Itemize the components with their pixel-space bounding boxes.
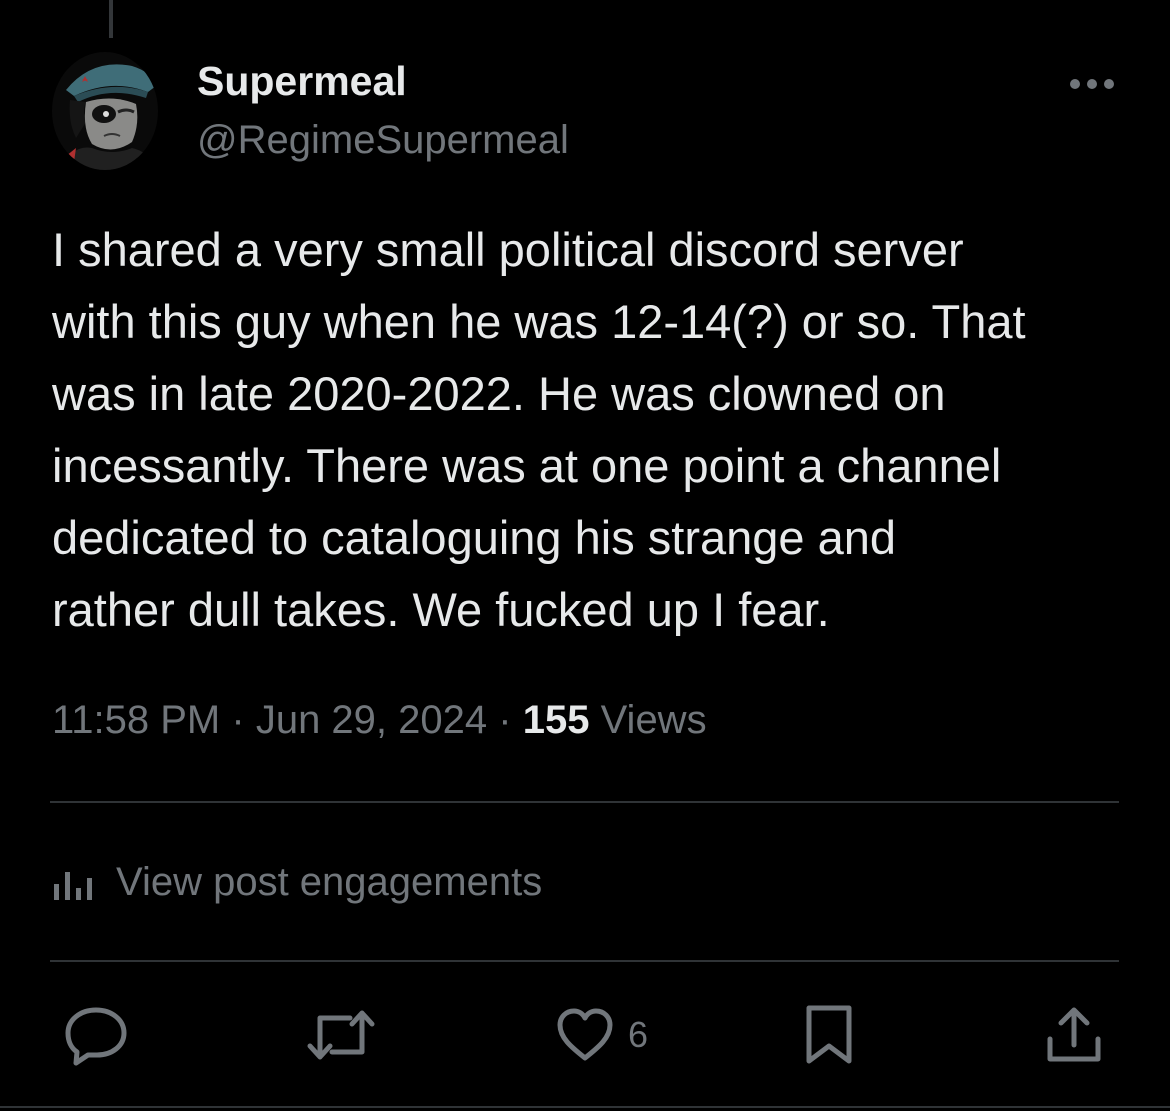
thread-connector-line <box>109 0 113 38</box>
divider <box>50 801 1119 803</box>
more-options-button[interactable] <box>1062 66 1122 102</box>
meta-separator: · <box>231 698 245 742</box>
view-engagements-button[interactable]: View post engagements <box>52 852 542 912</box>
post-date[interactable]: Jun 29, 2024 <box>256 698 487 742</box>
meta-separator: · <box>498 698 512 742</box>
reply-icon <box>65 1007 127 1066</box>
bookmark-icon <box>806 1005 852 1064</box>
divider <box>0 1106 1170 1108</box>
views-label: Views <box>600 698 707 742</box>
avatar-image <box>52 52 158 170</box>
reply-button[interactable] <box>64 1004 128 1066</box>
avatar[interactable] <box>52 52 158 170</box>
divider <box>50 960 1119 962</box>
like-count: 6 <box>628 1014 649 1055</box>
bookmark-button[interactable] <box>804 1004 854 1066</box>
heart-icon <box>557 1008 613 1061</box>
share-icon <box>1047 1007 1101 1062</box>
author-display-name[interactable]: Supermeal <box>197 58 407 105</box>
author-handle[interactable]: @RegimeSupermeal <box>197 118 569 163</box>
post-metadata: 11:58 PM · Jun 29, 2024 · 155 Views <box>52 698 707 743</box>
repost-button[interactable] <box>306 1004 376 1066</box>
post-text: I shared a very small political discord … <box>52 223 1026 636</box>
repost-icon <box>307 1010 375 1060</box>
ellipsis-icon <box>1070 79 1114 89</box>
view-engagements-label: View post engagements <box>116 859 543 904</box>
views-count: 155 <box>522 698 590 742</box>
share-button[interactable] <box>1046 1004 1102 1066</box>
analytics-icon <box>54 872 92 900</box>
post-time[interactable]: 11:58 PM <box>52 698 220 742</box>
like-button[interactable]: 6 <box>556 1004 648 1066</box>
